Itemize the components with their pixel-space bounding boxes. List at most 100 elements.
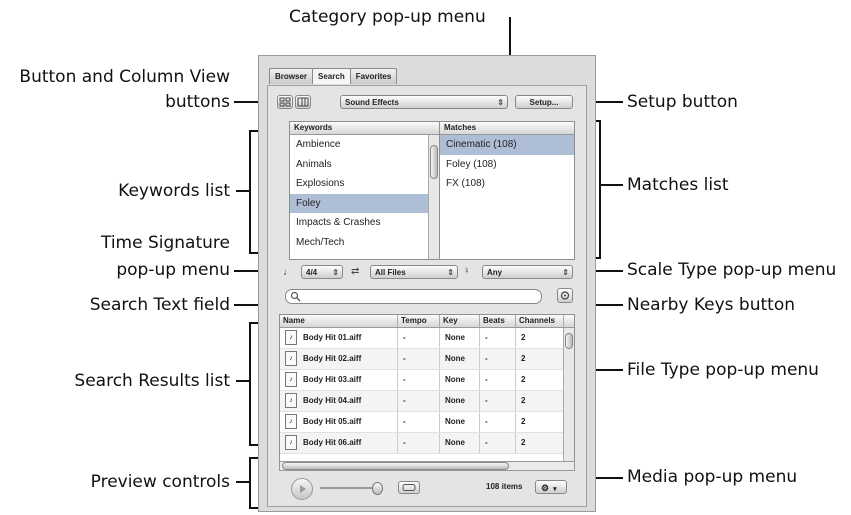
setup-button[interactable]: Setup... bbox=[515, 95, 573, 109]
cell-channels: 2 bbox=[516, 412, 564, 432]
match-item[interactable]: Cinematic (108) bbox=[440, 135, 574, 155]
keywords-items: Ambience Animals Explosions Foley Impacts & … bbox=[290, 135, 439, 252]
cell-key: None bbox=[440, 412, 480, 432]
scale-type-icon: ♮ bbox=[465, 266, 469, 277]
cell-beats: - bbox=[480, 391, 516, 411]
callout-bracket-results bbox=[249, 322, 251, 446]
column-beats[interactable]: Beats bbox=[480, 315, 516, 327]
file-name: Body Hit 01.aiff bbox=[303, 333, 362, 342]
callout-search-results: Search Results list bbox=[74, 371, 230, 391]
audio-file-icon: ♪ bbox=[285, 330, 297, 346]
match-item[interactable]: FX (108) bbox=[440, 174, 574, 194]
cell-name: ♪ Body Hit 02.aiff bbox=[280, 349, 398, 369]
cell-name: ♪ Body Hit 01.aiff bbox=[280, 328, 398, 348]
match-item[interactable]: Foley (108) bbox=[440, 155, 574, 175]
tab-search[interactable]: Search bbox=[312, 68, 351, 84]
cell-tempo: - bbox=[398, 349, 440, 369]
results-scroll-thumb[interactable] bbox=[565, 333, 573, 349]
callout-button-column-2: buttons bbox=[165, 92, 230, 112]
table-row[interactable]: ♪ Body Hit 04.aiff - None -2 bbox=[280, 391, 574, 412]
results-h-scroll-thumb[interactable] bbox=[282, 462, 509, 470]
results-header: Name Tempo Key Beats Channels bbox=[280, 315, 574, 328]
category-popup[interactable]: Sound Effects bbox=[340, 95, 508, 110]
column-key[interactable]: Key bbox=[440, 315, 480, 327]
time-signature-icon: ♩ bbox=[283, 267, 293, 278]
cell-channels: 2 bbox=[516, 328, 564, 348]
loop-icon bbox=[402, 484, 416, 491]
audio-file-icon: ♪ bbox=[285, 414, 297, 430]
loop-button[interactable] bbox=[398, 481, 420, 494]
callout-bracket-matches bbox=[599, 120, 601, 259]
search-text-field[interactable] bbox=[285, 289, 542, 304]
button-view-button[interactable] bbox=[277, 95, 293, 109]
callout-search-text: Search Text field bbox=[89, 295, 230, 315]
keyword-item[interactable]: Mech/Tech bbox=[290, 233, 439, 253]
media-popup[interactable]: ⚙ ▾ bbox=[535, 480, 567, 494]
audio-file-icon: ♪ bbox=[285, 351, 297, 367]
table-row[interactable]: ♪ Body Hit 06.aiff - None -2 bbox=[280, 433, 574, 454]
callout-line-preview bbox=[236, 481, 250, 483]
chevron-down-icon: ▾ bbox=[553, 486, 557, 493]
column-view-button[interactable] bbox=[295, 95, 311, 109]
callout-bracket-preview bbox=[249, 457, 251, 509]
file-name: Body Hit 04.aiff bbox=[303, 396, 362, 405]
cell-key: None bbox=[440, 433, 480, 453]
cell-name: ♪ Body Hit 04.aiff bbox=[280, 391, 398, 411]
table-row[interactable]: ♪ Body Hit 01.aiff - None -2 bbox=[280, 328, 574, 349]
nearby-keys-icon bbox=[560, 291, 570, 300]
keyword-item[interactable]: Animals bbox=[290, 155, 439, 175]
search-pane: Sound Effects Setup... Keywords Ambience… bbox=[267, 85, 587, 507]
callout-bracket-keywords bbox=[249, 130, 251, 254]
tab-browser[interactable]: Browser bbox=[269, 68, 314, 84]
file-type-popup[interactable]: All Files bbox=[370, 265, 458, 280]
table-row[interactable]: ♪ Body Hit 03.aiff - None -2 bbox=[280, 370, 574, 391]
search-icon bbox=[290, 291, 301, 302]
play-button[interactable] bbox=[291, 478, 313, 500]
cell-channels: 2 bbox=[516, 349, 564, 369]
column-name[interactable]: Name bbox=[280, 315, 398, 327]
search-results-list[interactable]: Name Tempo Key Beats Channels ♪ Body Hit … bbox=[279, 314, 575, 462]
results-rows: ♪ Body Hit 01.aiff - None -2 ♪ Body Hit 02.aif… bbox=[280, 328, 574, 454]
scale-type-popup[interactable]: Any bbox=[482, 265, 573, 280]
callout-file-type: File Type pop-up menu bbox=[627, 360, 819, 380]
keywords-header: Keywords bbox=[290, 122, 439, 135]
keywords-list[interactable]: Keywords Ambience Animals Explosions Foley I… bbox=[289, 121, 440, 260]
cell-beats: - bbox=[480, 349, 516, 369]
tab-favorites[interactable]: Favorites bbox=[349, 68, 398, 84]
cell-beats: - bbox=[480, 370, 516, 390]
cell-beats: - bbox=[480, 412, 516, 432]
callout-line-search-results bbox=[236, 380, 250, 382]
results-horizontal-scrollbar[interactable] bbox=[279, 461, 575, 471]
matches-header: Matches bbox=[440, 122, 574, 135]
keyword-item[interactable]: Ambience bbox=[290, 135, 439, 155]
item-count: 108 items bbox=[486, 482, 523, 491]
table-row[interactable]: ♪ Body Hit 02.aiff - None -2 bbox=[280, 349, 574, 370]
cell-tempo: - bbox=[398, 391, 440, 411]
file-name: Body Hit 03.aiff bbox=[303, 375, 362, 384]
callout-button-column-1: Button and Column View bbox=[19, 67, 230, 87]
keyword-item[interactable]: Foley bbox=[290, 193, 439, 213]
cell-tempo: - bbox=[398, 412, 440, 432]
cell-key: None bbox=[440, 370, 480, 390]
nearby-keys-button[interactable] bbox=[557, 288, 573, 303]
cell-name: ♪ Body Hit 06.aiff bbox=[280, 433, 398, 453]
table-row[interactable]: ♪ Body Hit 05.aiff - None -2 bbox=[280, 412, 574, 433]
gear-icon: ⚙ bbox=[541, 483, 550, 493]
keyword-item[interactable]: Impacts & Crashes bbox=[290, 213, 439, 233]
keywords-scroll-thumb[interactable] bbox=[430, 145, 438, 179]
cell-key: None bbox=[440, 391, 480, 411]
callout-scale-type: Scale Type pop-up menu bbox=[627, 260, 837, 280]
keyword-item[interactable]: Explosions bbox=[290, 174, 439, 194]
column-tempo[interactable]: Tempo bbox=[398, 315, 440, 327]
callout-matches: Matches list bbox=[627, 175, 729, 195]
callout-category: Category pop-up menu bbox=[289, 7, 486, 27]
cell-tempo: - bbox=[398, 433, 440, 453]
keywords-scrollbar[interactable] bbox=[428, 135, 439, 259]
time-signature-popup[interactable]: 4/4 bbox=[301, 265, 343, 280]
callout-time-sig-1: Time Signature bbox=[100, 233, 230, 253]
volume-slider-knob[interactable] bbox=[372, 482, 383, 495]
column-channels[interactable]: Channels bbox=[516, 315, 564, 327]
matches-list[interactable]: Matches Cinematic (108) Foley (108) FX (10… bbox=[439, 121, 575, 260]
audio-file-icon: ♪ bbox=[285, 393, 297, 409]
results-scrollbar[interactable] bbox=[563, 328, 574, 461]
